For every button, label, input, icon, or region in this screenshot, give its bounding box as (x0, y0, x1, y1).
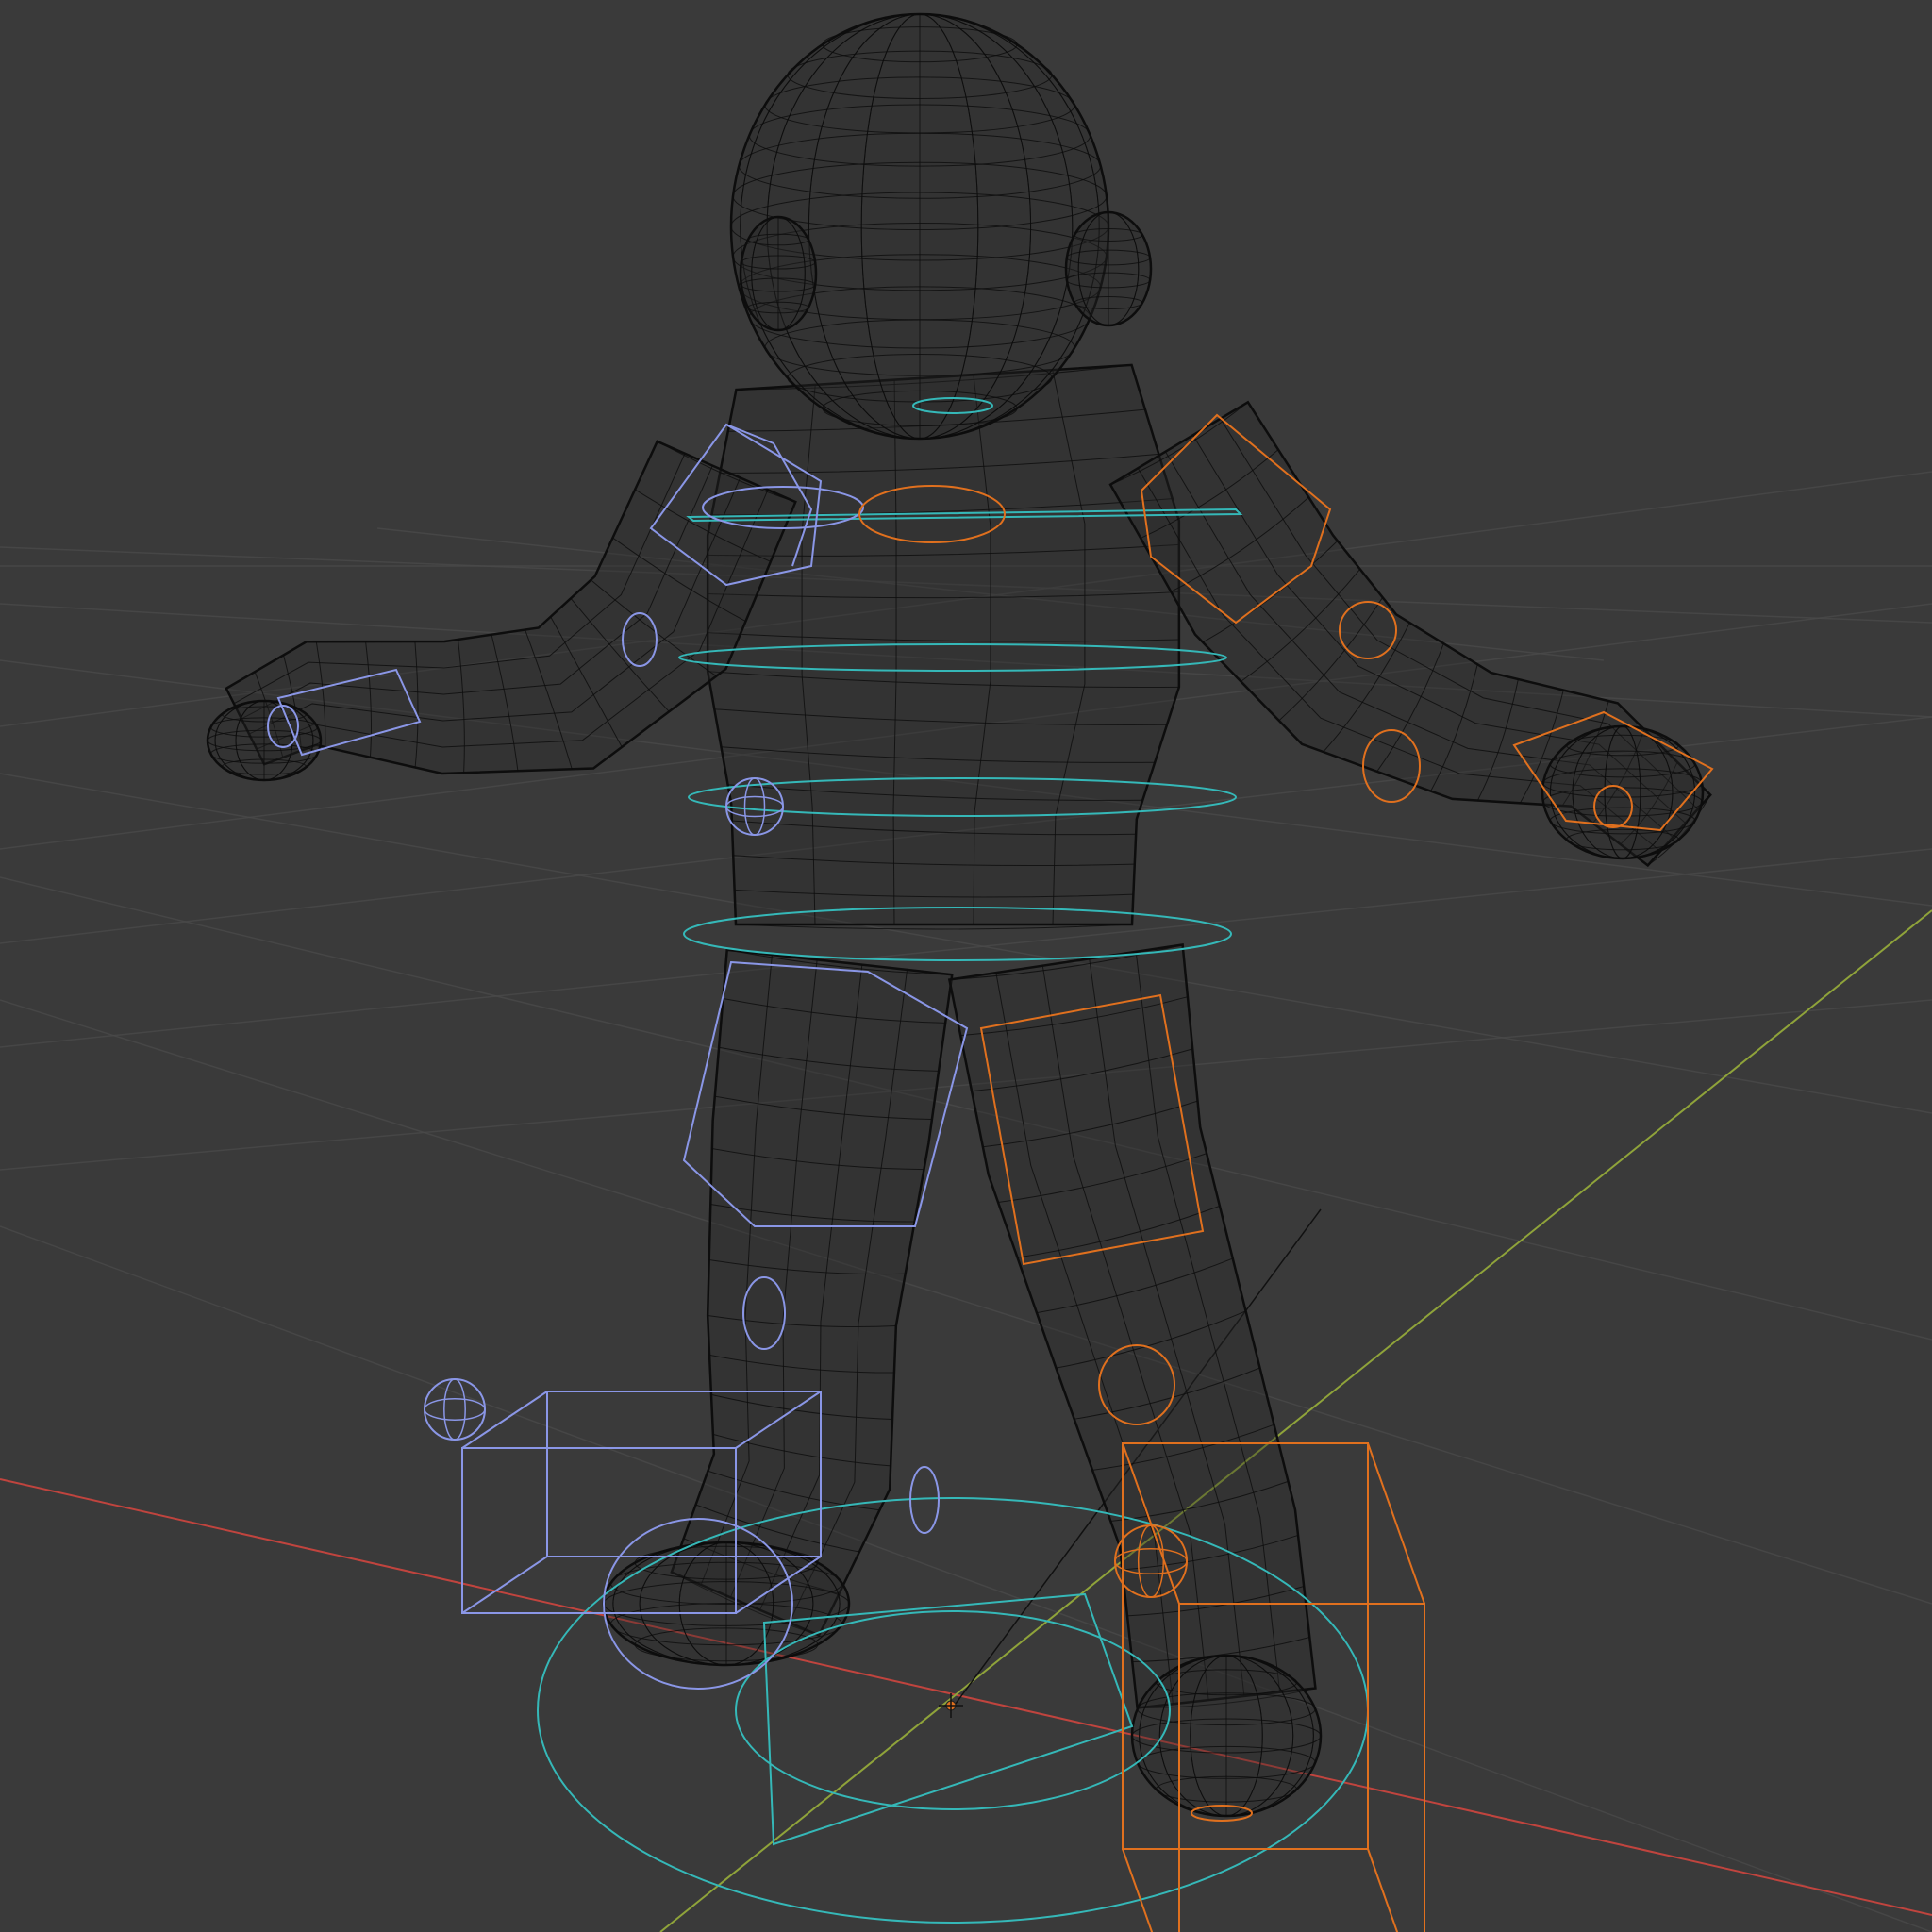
viewport-canvas[interactable] (0, 0, 1932, 1932)
grid-line (0, 999, 1932, 1605)
right-foot-mesh (1130, 1654, 1323, 1818)
world-origin-marker (939, 1693, 963, 1718)
grid-line (0, 876, 1932, 1341)
right-ear-mesh (1064, 210, 1153, 327)
left-foot-ik-control-edge (461, 1556, 548, 1614)
left-leg-ik-toggle-meridian (443, 1378, 466, 1441)
left-toe-control[interactable] (909, 1466, 940, 1534)
grid-line (0, 1225, 1932, 1932)
3d-viewport[interactable] (0, 0, 1932, 1932)
left-leg-mesh (670, 948, 954, 1638)
left-leg-ik-toggle[interactable] (424, 1378, 486, 1441)
left-leg-mesh-outline (670, 948, 954, 1638)
x-axis-line (0, 1478, 1932, 1916)
left-ear-mesh (739, 215, 818, 332)
character-wireframe-mesh[interactable] (206, 12, 1712, 1818)
left-hand-mesh (206, 699, 323, 782)
left-leg-ik-toggle-outline (424, 1378, 486, 1441)
right-foot-ik-control-edge (1367, 1848, 1399, 1932)
left-leg-ik-toggle-equator (424, 1398, 486, 1421)
right-hand-mesh (1541, 724, 1705, 860)
left-foot-mesh (602, 1541, 851, 1667)
right-foot-ik-control-edge (1367, 1442, 1425, 1605)
